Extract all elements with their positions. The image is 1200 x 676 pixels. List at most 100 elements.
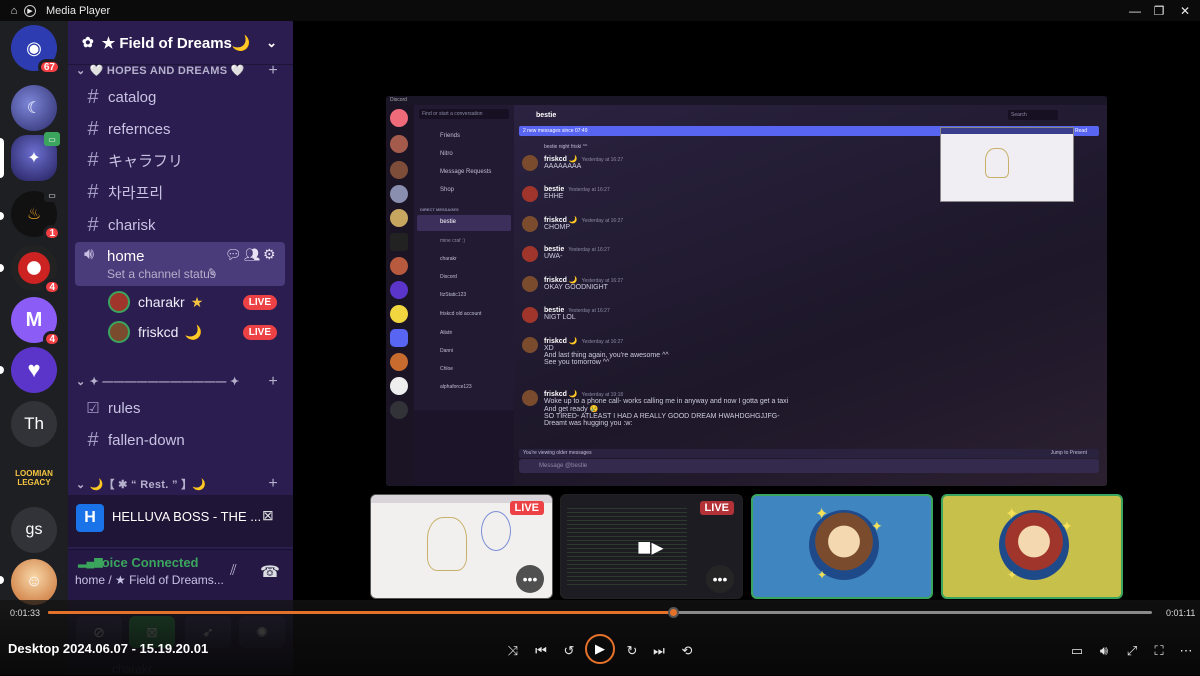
stream-dm-header: DIRECT MESSAGES	[420, 207, 459, 212]
user-tile-friskcd[interactable]: ✦ ✦ ✦	[751, 494, 933, 599]
server-pokeball[interactable]: 4	[11, 245, 61, 295]
gear-icon[interactable]: ⚙	[263, 246, 276, 263]
rewind-icon[interactable]: ↺	[558, 640, 580, 662]
server-header[interactable]: ✿ ★ Field of Dreams🌙 ⌄	[68, 21, 293, 65]
sparkle-icon: ✦	[1061, 518, 1073, 534]
fullscreen-icon[interactable]: ⛶	[1148, 640, 1170, 662]
shuffle-icon[interactable]: ⤨	[502, 640, 524, 662]
stream-composer: Message @bestie	[519, 459, 1099, 473]
cast-icon[interactable]: ⤢	[1121, 640, 1143, 662]
server-avatar[interactable]: ☺	[11, 559, 57, 605]
repeat-icon[interactable]: ⟲	[676, 640, 698, 662]
channel-name: fallen-down	[108, 431, 185, 449]
channel-charapuri[interactable]: # 차라프리	[76, 176, 285, 208]
server-gs[interactable]: gs	[11, 507, 57, 553]
message-text: OKAY GOODNIGHT	[544, 284, 608, 291]
live-badge: LIVE	[242, 294, 277, 310]
main-screen-share[interactable]: Discord Find or start a conversation Fri…	[386, 96, 1107, 486]
channel-refernces[interactable]: # refernces	[76, 113, 285, 145]
disconnect-icon[interactable]: ☎	[260, 562, 280, 582]
chevron-down-icon: ⌄	[76, 65, 86, 77]
voice-channel-home[interactable]: 🔊︎ home Set a channel status ✎ 💬︎ 👥︎ ⚙	[75, 242, 285, 286]
voice-status[interactable]: Voice Connected	[94, 555, 199, 570]
heart-icon: ♥	[27, 357, 41, 382]
channel-rules[interactable]: ☑ rules	[76, 392, 285, 424]
tile-sketch	[481, 511, 511, 551]
stream-nav-nitro: Nitro	[440, 151, 453, 157]
sparkle-icon: ✦	[815, 506, 829, 523]
stream-message: friskcd 🌙 Yesterday at 19:18 Woke up to a…	[522, 390, 788, 427]
activity-panel[interactable]: H HELLUVA BOSS - THE ... ⊠	[68, 495, 293, 547]
user-tile-charakr[interactable]: ✦ ✦ ✦	[941, 494, 1123, 599]
server-m[interactable]: M 4	[11, 297, 61, 347]
noise-suppression-icon[interactable]: ⫽	[230, 562, 237, 579]
forward-icon[interactable]: ↻	[621, 640, 643, 662]
chat-icon[interactable]: 💬︎	[225, 247, 242, 263]
play-icon: ▶	[24, 4, 36, 17]
category-rest[interactable]: ⌄ 🌙【 ✱ “ Rest. ” 】🌙 +	[76, 475, 286, 493]
stop-stream-icon[interactable]: ⊠	[262, 507, 274, 524]
more-icon[interactable]: ⋯	[1175, 640, 1197, 662]
message-text: And last thing again, you're awesome ^^	[544, 352, 669, 359]
stream-titlebar: Discord	[386, 96, 1107, 105]
subtitles-icon[interactable]: ▭	[1066, 640, 1088, 662]
more-options-icon[interactable]: •••	[516, 565, 544, 593]
mini-server	[390, 329, 408, 347]
stream-pip-preview	[940, 127, 1074, 202]
add-channel-icon[interactable]: +	[268, 373, 278, 391]
close-button[interactable]: ✕	[1170, 0, 1200, 21]
stream-older-notice-bar: You're viewing older messages Jump to Pr…	[519, 449, 1099, 458]
add-channel-icon[interactable]: +	[268, 475, 278, 493]
category-label: 🌙【 ✱ “ Rest. ” 】🌙	[89, 479, 207, 491]
stream-dm-selected	[417, 215, 511, 231]
channel-status[interactable]: Set a channel status	[107, 267, 216, 281]
avatar	[522, 307, 538, 323]
message-time: Yesterday at 16:27	[581, 218, 624, 224]
message-author: friskcd 🌙	[544, 277, 578, 284]
stream-nav-friends: Friends	[440, 133, 461, 139]
play-button[interactable]: ▶	[585, 634, 615, 664]
server-loomian-legacy[interactable]: LOOMIAN LEGACY	[11, 455, 57, 501]
stream-channel-name: bestie	[536, 112, 557, 119]
voice-location[interactable]: home / ★ Field of Dreams...	[75, 573, 224, 587]
mention-badge: 67	[37, 59, 61, 75]
server-th[interactable]: Th	[11, 401, 57, 447]
home-icon[interactable]: ⌂	[6, 3, 22, 19]
server-flame[interactable]: ♨ 1 ▭	[11, 188, 61, 241]
chevron-down-icon[interactable]: ⌄	[266, 35, 277, 51]
mini-server	[390, 109, 408, 127]
server-heart[interactable]: ♥	[11, 347, 57, 393]
category-divider[interactable]: ⌄ ✦ ——————————— ✦ +	[76, 373, 286, 391]
activity-title: HELLUVA BOSS - THE ...	[112, 509, 262, 524]
seek-bar[interactable]	[48, 607, 1152, 618]
mini-server	[390, 257, 408, 275]
stream-dm-item: Alistir	[440, 330, 453, 336]
server-discord-home[interactable]: ◉ 67	[11, 25, 61, 75]
channel-kyarafuri[interactable]: # キャラフリ	[76, 144, 285, 176]
channel-charisk[interactable]: # charisk	[76, 209, 285, 241]
stream-reply-preview: bestie night friski ^^	[544, 144, 588, 150]
next-icon[interactable]: ⏭	[648, 640, 670, 662]
volume-icon[interactable]: 🔊︎	[1093, 640, 1115, 662]
stream-tile-drawing[interactable]: LIVE •••	[370, 494, 553, 599]
app-icon: H	[76, 504, 104, 532]
stream-message: friskcd 🌙 Yesterday at 16:27 AAAAAAAA	[522, 155, 623, 171]
invite-icon[interactable]: 👥︎	[244, 247, 261, 263]
stream-search-field: Search	[1008, 110, 1058, 120]
channel-fallen-down[interactable]: # fallen-down	[76, 424, 285, 456]
add-channel-icon[interactable]: +	[268, 62, 278, 80]
stream-tile-code[interactable]: LIVE ■▸ •••	[560, 494, 743, 599]
server-field-of-dreams[interactable]: ✦ ▭	[11, 132, 60, 181]
voice-user-charakr[interactable]: charakr ★ LIVE	[108, 288, 285, 316]
more-options-icon[interactable]: •••	[706, 565, 734, 593]
previous-icon[interactable]: ⏮	[530, 640, 552, 662]
voice-user-friskcd[interactable]: friskcd 🌙 LIVE	[108, 318, 285, 346]
seek-thumb[interactable]	[667, 607, 679, 618]
server-moon[interactable]: ☾	[11, 85, 57, 131]
channel-catalog[interactable]: # catalog	[76, 81, 285, 113]
stream-dm-item: Discord	[440, 274, 457, 280]
category-hopes[interactable]: ⌄ 🤍 HOPES AND DREAMS 🤍 +	[76, 62, 286, 80]
mini-server	[390, 281, 408, 299]
avatar	[522, 155, 538, 171]
category-label: ✦ ——————————— ✦	[89, 376, 240, 388]
